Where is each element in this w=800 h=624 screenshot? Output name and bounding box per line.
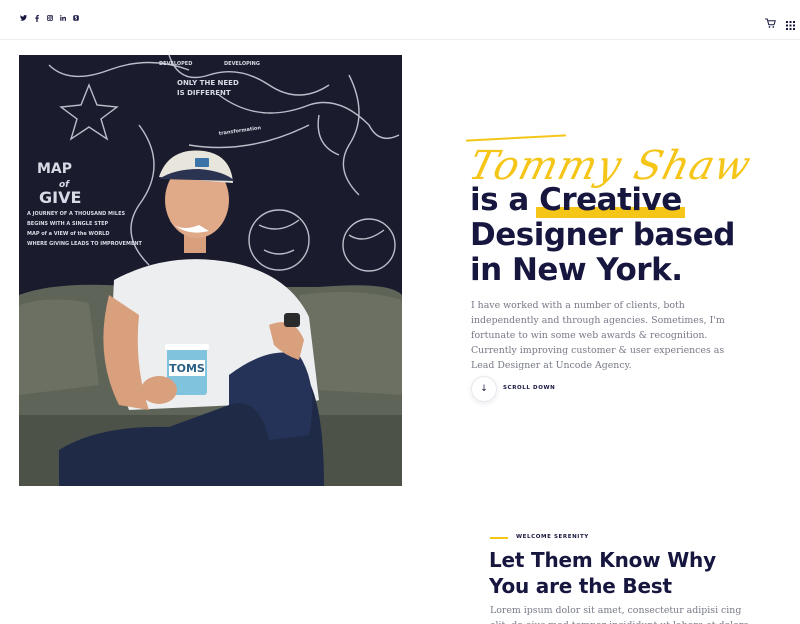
section-accent-line xyxy=(490,537,508,539)
headline-line-3: in New York. xyxy=(470,252,683,288)
section-body-text: Lorem ipsum dolor sit amet, consectetur … xyxy=(490,605,749,624)
svg-text:A JOURNEY OF A THOUSAND MILES: A JOURNEY OF A THOUSAND MILES xyxy=(27,211,125,217)
scroll-down-button[interactable]: ↓ xyxy=(471,376,497,402)
hero-headline: is a Creative Designer based in New York… xyxy=(470,182,770,288)
svg-text:BEGINS WITH A SINGLE STEP: BEGINS WITH A SINGLE STEP xyxy=(27,221,109,227)
headline-highlight: Creative xyxy=(536,182,685,218)
social-links: S xyxy=(20,14,79,22)
section-title-line-1: Let Them Know Why xyxy=(489,548,716,572)
headline-line-2: Designer based xyxy=(470,217,735,253)
svg-text:S: S xyxy=(74,16,77,21)
svg-text:MAP: MAP xyxy=(37,161,72,177)
grid-menu-icon[interactable] xyxy=(786,15,795,30)
signature-flourish xyxy=(466,134,566,142)
headline-prefix: is a xyxy=(470,182,540,218)
svg-text:GIVE: GIVE xyxy=(39,188,81,207)
svg-text:ONLY THE NEED: ONLY THE NEED xyxy=(177,79,239,87)
section-eyebrow: WELCOME SERENITY xyxy=(516,534,589,540)
linkedin-icon[interactable] xyxy=(59,14,66,22)
svg-text:WHERE GIVING LEADS TO IMPROVEM: WHERE GIVING LEADS TO IMPROVEMENT xyxy=(27,241,143,247)
hero-intro-text: I have worked with a number of clients, … xyxy=(471,300,725,371)
hero-portrait-photo: MAP of GIVE A JOURNEY OF A THOUSAND MILE… xyxy=(19,55,402,486)
cart-icon[interactable] xyxy=(765,14,776,28)
section-title-line-2: You are the Best xyxy=(489,574,672,598)
headline-line-1: is a Creative xyxy=(470,182,770,218)
facebook-icon[interactable] xyxy=(33,14,40,22)
svg-text:TOMS: TOMS xyxy=(169,362,205,375)
svg-text:DEVELOPED: DEVELOPED xyxy=(159,61,192,67)
svg-text:IS DIFFERENT: IS DIFFERENT xyxy=(177,89,231,97)
svg-text:MAP of a VIEW of the WORLD: MAP of a VIEW of the WORLD xyxy=(27,231,110,237)
arrow-down-icon: ↓ xyxy=(480,384,488,394)
svg-text:DEVELOPING: DEVELOPING xyxy=(224,61,260,67)
instagram-icon[interactable] xyxy=(46,14,53,22)
site-header: S xyxy=(0,0,800,40)
section-title: Let Them Know Why You are the Best xyxy=(489,547,769,599)
twitter-icon[interactable] xyxy=(20,14,27,22)
skype-icon[interactable]: S xyxy=(72,14,79,22)
scroll-down-label[interactable]: SCROLL DOWN xyxy=(503,385,555,391)
